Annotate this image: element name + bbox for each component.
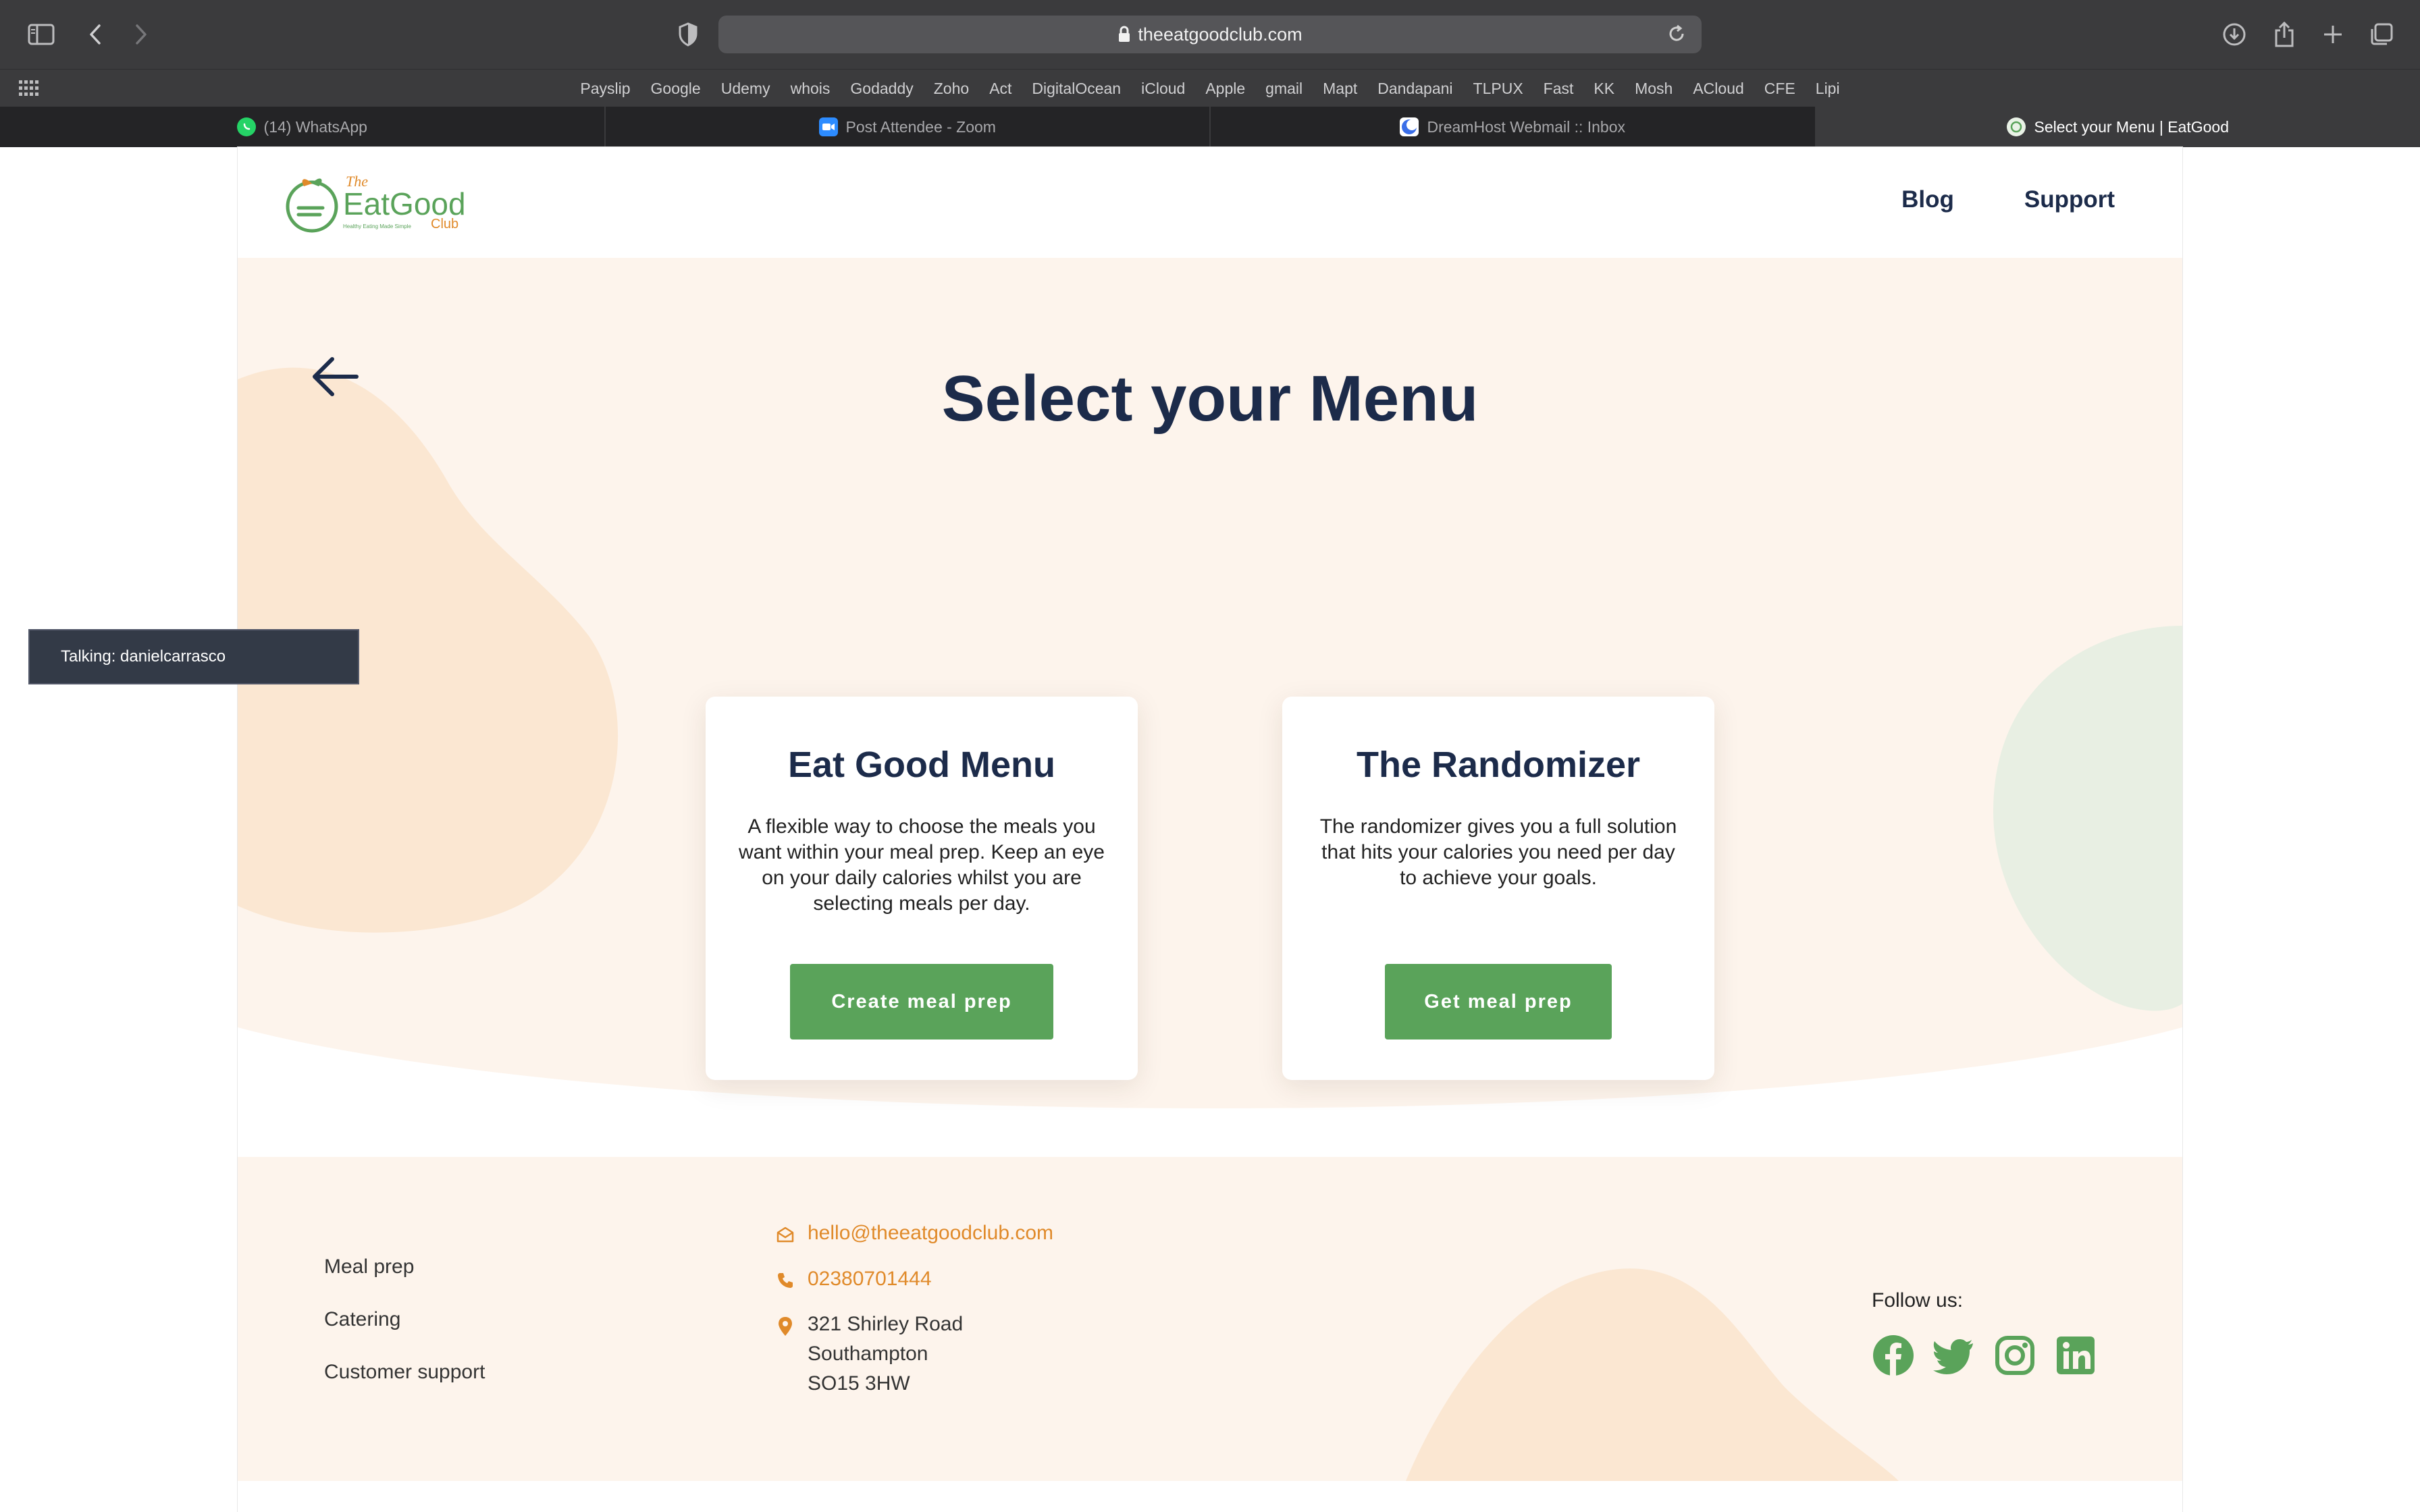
phone-icon xyxy=(775,1270,795,1291)
bookmarks-bar: Payslip Google Udemy whois Godaddy Zoho … xyxy=(0,69,2420,107)
bookmark-udemy[interactable]: Udemy xyxy=(721,80,770,98)
twitter-icon[interactable] xyxy=(1932,1334,1976,1377)
back-icon[interactable] xyxy=(80,19,111,50)
browser-toolbar: theeatgoodclub.com xyxy=(0,0,2420,69)
footer-blob xyxy=(1406,1268,1899,1481)
bookmark-mosh[interactable]: Mosh xyxy=(1635,80,1673,98)
new-tab-icon[interactable] xyxy=(2317,19,2348,50)
bookmark-apple[interactable]: Apple xyxy=(1205,80,1245,98)
bookmark-dandapani[interactable]: Dandapani xyxy=(1377,80,1452,98)
bookmark-gmail[interactable]: gmail xyxy=(1265,80,1303,98)
address-line: 321 Shirley Road xyxy=(808,1313,964,1335)
site-header: The EatGood Club Healthy Eating Made Sim… xyxy=(238,147,2182,258)
bookmark-act[interactable]: Act xyxy=(989,80,1011,98)
address-bar[interactable]: theeatgoodclub.com xyxy=(718,16,1702,53)
envelope-icon xyxy=(775,1224,795,1245)
eatgood-icon xyxy=(2007,117,2026,136)
footer-links: Meal prep Catering Customer support xyxy=(324,1256,485,1384)
facebook-icon[interactable] xyxy=(1872,1334,1915,1377)
bookmark-icloud[interactable]: iCloud xyxy=(1141,80,1185,98)
address-line: SO15 3HW xyxy=(808,1372,910,1395)
eat-good-menu-card: Eat Good Menu A flexible way to choose t… xyxy=(706,697,1138,1080)
card-description: A flexible way to choose the meals you w… xyxy=(739,815,1105,915)
bookmark-whois[interactable]: whois xyxy=(791,80,831,98)
lock-icon xyxy=(1117,26,1131,43)
bookmark-fast[interactable]: Fast xyxy=(1544,80,1574,98)
bookmark-payslip[interactable]: Payslip xyxy=(580,80,630,98)
bookmark-godaddy[interactable]: Godaddy xyxy=(850,80,913,98)
share-icon[interactable] xyxy=(2269,19,2300,50)
tab-zoom[interactable]: Post Attendee - Zoom xyxy=(606,107,1211,147)
sidebar-toggle-icon[interactable] xyxy=(26,19,57,50)
social-links xyxy=(1872,1334,2097,1377)
tab-label: DreamHost Webmail :: Inbox xyxy=(1427,117,1626,136)
follow-us-label: Follow us: xyxy=(1872,1289,1964,1312)
reload-icon[interactable] xyxy=(1666,24,1687,49)
webpage: The EatGood Club Healthy Eating Made Sim… xyxy=(238,147,2182,1512)
instagram-icon[interactable] xyxy=(1993,1334,2036,1377)
tab-label: (14) WhatsApp xyxy=(263,117,367,136)
tab-whatsapp[interactable]: (14) WhatsApp xyxy=(0,107,606,147)
footer-email-link[interactable]: hello@theeatgoodclub.com xyxy=(808,1222,1053,1245)
footer-phone-link[interactable]: 02380701444 xyxy=(808,1268,932,1291)
downloads-icon[interactable] xyxy=(2219,19,2250,50)
tab-bar: (14) WhatsApp Post Attendee - Zoom Dream… xyxy=(0,107,2420,147)
logo-club-text: Club xyxy=(431,217,458,232)
footer-meal-prep-link[interactable]: Meal prep xyxy=(324,1256,485,1278)
site-footer: Meal prep Catering Customer support hell… xyxy=(238,1157,2182,1481)
tab-dreamhost[interactable]: DreamHost Webmail :: Inbox xyxy=(1211,107,1816,147)
logo-tagline-text: Healthy Eating Made Simple xyxy=(343,223,411,230)
randomizer-card: The Randomizer The randomizer gives you … xyxy=(1282,697,1714,1080)
card-title: Eat Good Menu xyxy=(788,745,1055,785)
main-nav: Blog Support xyxy=(1901,186,2115,213)
tab-overview-icon[interactable] xyxy=(2366,19,2397,50)
footer-contact: hello@theeatgoodclub.com 02380701444 321… xyxy=(775,1222,1053,1422)
nav-support-link[interactable]: Support xyxy=(2024,186,2115,213)
linkedin-icon[interactable] xyxy=(2054,1334,2097,1377)
bookmark-digitalocean[interactable]: DigitalOcean xyxy=(1032,80,1121,98)
nav-blog-link[interactable]: Blog xyxy=(1901,186,1954,213)
footer-customer-support-link[interactable]: Customer support xyxy=(324,1361,485,1384)
zoom-talking-indicator: Talking: danielcarrasco xyxy=(28,629,359,684)
page-title: Select your Menu xyxy=(941,362,1479,435)
bookmark-acloud[interactable]: ACloud xyxy=(1693,80,1743,98)
create-meal-prep-button[interactable]: Create meal prep xyxy=(790,964,1053,1040)
menu-selection-section: Select your Menu Eat Good Menu A flexibl… xyxy=(238,258,2182,1119)
tab-label: Post Attendee - Zoom xyxy=(845,117,996,136)
whatsapp-icon xyxy=(236,117,256,136)
location-pin-icon xyxy=(775,1316,795,1336)
forward-icon[interactable] xyxy=(126,19,157,50)
bookmark-lipi[interactable]: Lipi xyxy=(1816,80,1840,98)
footer-catering-link[interactable]: Catering xyxy=(324,1308,485,1331)
bookmark-kk[interactable]: KK xyxy=(1594,80,1614,98)
card-title: The Randomizer xyxy=(1356,745,1641,785)
card-description: The randomizer gives you a full solution… xyxy=(1319,815,1677,889)
get-meal-prep-button[interactable]: Get meal prep xyxy=(1385,964,1612,1040)
bookmark-zoho[interactable]: Zoho xyxy=(934,80,969,98)
eatgood-logo[interactable]: The EatGood Club Healthy Eating Made Sim… xyxy=(284,170,466,238)
bookmark-cfe[interactable]: CFE xyxy=(1764,80,1795,98)
dreamhost-icon xyxy=(1400,117,1419,136)
footer-address: 321 Shirley Road Southampton SO15 3HW xyxy=(808,1310,963,1399)
bookmark-mapt[interactable]: Mapt xyxy=(1323,80,1357,98)
bookmark-google[interactable]: Google xyxy=(651,80,701,98)
tab-eatgood[interactable]: Select your Menu | EatGood xyxy=(1816,107,2420,147)
tab-label: Select your Menu | EatGood xyxy=(2034,117,2230,136)
address-line: Southampton xyxy=(808,1343,928,1365)
zoom-icon xyxy=(818,117,838,136)
privacy-shield-icon[interactable] xyxy=(673,19,704,50)
url-text: theeatgoodclub.com xyxy=(1138,24,1303,45)
bookmark-tlpux[interactable]: TLPUX xyxy=(1473,80,1523,98)
